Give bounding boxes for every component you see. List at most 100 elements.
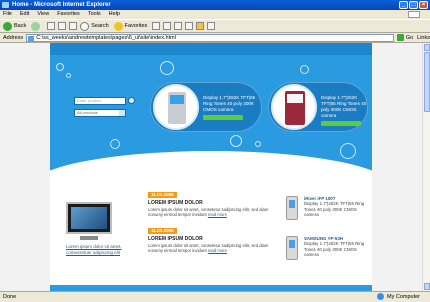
read-more-link[interactable]: read more: [208, 248, 227, 253]
back-label: Back: [14, 23, 27, 29]
product-desc: Display 1.7"|262K TFT|65 Ring Tones 40 p…: [203, 95, 256, 112]
product-category-select[interactable]: All products: [74, 109, 126, 117]
folder-icon[interactable]: [196, 22, 205, 30]
page-icon: [28, 35, 35, 41]
menu-tools[interactable]: Tools: [88, 10, 101, 19]
mp3-player-icon: [286, 236, 298, 260]
tv-stand: [80, 236, 98, 240]
content-area: Lorem ipsum dolor sit amet, consectetuer…: [50, 188, 372, 291]
go-label: Go: [405, 34, 414, 41]
address-field[interactable]: C:\ss_weeks\andrewtemplates\pages\6_ui\s…: [26, 33, 394, 42]
menu-help[interactable]: Help: [109, 10, 120, 19]
product-buy-button[interactable]: [321, 121, 361, 126]
scroll-up-button[interactable]: [424, 44, 430, 51]
vertical-scrollbar[interactable]: [422, 43, 430, 291]
mp3-player-icon: [286, 196, 298, 220]
news-item: 11.03.2005 LOREM IPSUM DOLOR Lorem ipsum…: [148, 228, 278, 253]
phone-screen: [170, 95, 184, 104]
close-button[interactable]: ×: [419, 1, 428, 9]
security-zone: My Computer: [376, 293, 420, 300]
messenger-icon[interactable]: [207, 22, 216, 30]
website: Enter product All products Display 1.7"|…: [50, 43, 372, 291]
menu-bar: File Edit View Favorites Tools Help: [0, 10, 430, 19]
go-arrow-icon: [396, 34, 404, 41]
player-screen: [289, 240, 295, 248]
tv-image: [66, 202, 112, 234]
back-arrow-icon: [3, 21, 12, 31]
phone-screen: [287, 94, 303, 103]
menu-edit[interactable]: Edit: [20, 10, 29, 19]
go-button[interactable]: Go: [396, 34, 414, 41]
page-margin-right: [372, 43, 422, 291]
bubble-icon: [300, 65, 309, 74]
star-icon: [113, 21, 123, 31]
zone-label: My Computer: [386, 293, 420, 300]
page-viewport: Enter product All products Display 1.7"|…: [0, 43, 422, 291]
windows-flag-icon: [408, 11, 420, 18]
tv-screen: [71, 207, 107, 229]
side-product-text: SAMSUNG YP-53H Display 1.7"|262K TFT|65 …: [304, 236, 366, 257]
address-url: C:\ss_weeks\andrewtemplates\pages\6_ui\s…: [36, 34, 176, 41]
player-screen: [289, 200, 295, 208]
menu-favorites[interactable]: Favorites: [57, 10, 80, 19]
media-icon[interactable]: [152, 22, 161, 30]
product-buy-button[interactable]: [203, 115, 243, 120]
scroll-thumb[interactable]: [424, 52, 430, 112]
favorites-button[interactable]: Favorites: [113, 21, 148, 31]
links-button[interactable]: Links: [417, 35, 430, 41]
search-button[interactable]: Search: [80, 21, 109, 31]
side-product-text: iRiver iFP 100T Display 1.7"|262K TFT|65…: [304, 196, 366, 217]
scroll-down-button[interactable]: [424, 283, 430, 290]
side-product-desc: Display 1.7"|262K TFT|65 Ring Tones 40 p…: [304, 241, 365, 257]
window-controls: _ □ ×: [399, 1, 428, 9]
select-value: All products: [77, 110, 98, 115]
computer-icon: [376, 293, 384, 300]
side-product-desc: Display 1.7"|262K TFT|65 Ring Tones 40 p…: [304, 201, 365, 217]
bubble-icon: [230, 135, 242, 147]
chevron-down-icon: [119, 110, 125, 116]
bubble-icon: [340, 143, 356, 159]
news-heading: LOREM IPSUM DOLOR: [148, 236, 203, 242]
menu-view[interactable]: View: [37, 10, 49, 19]
product-search-input[interactable]: Enter product: [74, 97, 126, 105]
bubble-icon: [110, 139, 120, 149]
news-date-badge: 11.03.2005: [148, 192, 177, 198]
favorites-label: Favorites: [124, 23, 148, 29]
hero-wave: [50, 151, 372, 188]
search-go-button[interactable]: [128, 97, 135, 104]
hero-banner: Enter product All products Display 1.7"|…: [50, 43, 372, 188]
tv-caption-link[interactable]: Lorem ipsum dolor sit amet, consectetuer…: [66, 244, 126, 255]
ie-icon: [2, 2, 9, 8]
menu-file[interactable]: File: [3, 10, 12, 19]
address-label: Address: [3, 34, 24, 41]
edit-icon[interactable]: [185, 22, 194, 30]
product-desc: Display 1.7"|262K TFT|65 Ring Tones 40 p…: [321, 95, 367, 118]
maximize-button[interactable]: □: [409, 1, 418, 9]
toolbar: Back Search Favorites: [0, 19, 430, 33]
page-margin-left: [0, 43, 50, 291]
home-icon[interactable]: [69, 22, 78, 30]
bubble-icon: [255, 141, 261, 147]
read-more-link[interactable]: read more: [208, 212, 227, 217]
forward-button[interactable]: [31, 21, 42, 31]
print-icon[interactable]: [174, 22, 183, 30]
bubble-icon: [56, 63, 64, 71]
back-button[interactable]: Back: [3, 21, 27, 31]
product-card[interactable]: Display 1.7"|262K TFT|65 Ring Tones 40 p…: [268, 82, 368, 132]
product-info: Display 1.7"|262K TFT|65 Ring Tones 40 p…: [321, 95, 367, 126]
hero-top-strip: [50, 43, 372, 55]
status-bar: Done My Computer: [0, 291, 430, 302]
mail-icon[interactable]: [163, 22, 172, 30]
search-icon: [80, 21, 90, 31]
product-info: Display 1.7"|262K TFT|65 Ring Tones 40 p…: [203, 95, 261, 120]
bubble-icon: [160, 61, 174, 75]
minimize-button[interactable]: _: [399, 1, 408, 9]
search-label: Search: [91, 23, 109, 29]
browser-window: Home - Microsoft Internet Explorer _ □ ×…: [0, 0, 430, 302]
stop-icon[interactable]: [47, 22, 56, 30]
refresh-icon[interactable]: [58, 22, 67, 30]
forward-arrow-icon: [31, 21, 41, 31]
product-card[interactable]: Display 1.7"|262K TFT|65 Ring Tones 40 p…: [150, 82, 262, 132]
status-text: Done: [3, 294, 17, 300]
bubble-icon: [66, 73, 71, 78]
